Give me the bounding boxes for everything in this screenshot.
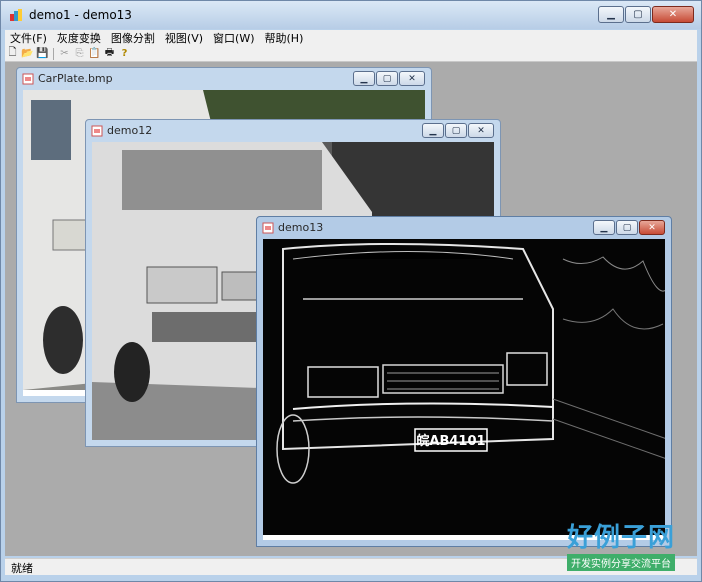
help-button[interactable]: ? [117,47,132,60]
child-caption-buttons: ▁ ▢ ✕ [592,220,665,235]
child-title: demo12 [107,124,153,137]
child-title: demo13 [278,221,324,234]
open-button[interactable]: 📂 [20,47,35,60]
paste-icon: 📋 [88,48,101,59]
child-close-button[interactable]: ✕ [399,71,425,86]
child-minimize-button[interactable]: ▁ [422,123,444,138]
maximize-button[interactable]: ▢ [625,6,651,23]
child-close-button[interactable]: ✕ [468,123,494,138]
child-close-button[interactable]: ✕ [639,220,665,235]
new-file-icon: 🗋 [8,47,17,58]
maximize-icon: ▢ [382,73,392,84]
document-icon [91,125,103,137]
minimize-icon: ▁ [360,73,368,84]
restore-icon: ▢ [633,9,643,20]
copy-icon: ⎘ [75,48,84,59]
cut-button[interactable]: ✂ [57,47,72,60]
child-maximize-button[interactable]: ▢ [616,220,638,235]
child-titlebar[interactable]: demo13 ▁ ▢ ✕ [257,217,671,239]
image-view[interactable]: 皖AB4101 [263,239,665,540]
mdi-client-area: CarPlate.bmp ▁ ▢ ✕ demo12 ▁ ▢ ✕ demo13 ▁… [5,62,697,556]
new-button[interactable]: 🗋 [5,47,20,60]
edge-detected-car-image: 皖AB4101 [263,239,665,540]
menu-view[interactable]: 视图(V) [160,30,208,46]
app-title: demo1 - demo13 [29,8,132,22]
watermark-main-text: 好例子网 [566,523,675,553]
child-maximize-button[interactable]: ▢ [445,123,467,138]
child-titlebar[interactable]: CarPlate.bmp ▁ ▢ ✕ [17,68,431,90]
save-icon: 💾 [36,48,49,59]
menu-file[interactable]: 文件(F) [5,30,52,46]
menu-help[interactable]: 帮助(H) [260,30,309,46]
child-caption-buttons: ▁ ▢ ✕ [421,123,494,138]
toolbar: 🗋 📂 💾 ✂ ⎘ 📋 🖶 ? [5,46,697,62]
caption-buttons: ▁ ▢ ✕ [597,6,694,23]
app-icon [10,9,22,21]
child-window-demo13[interactable]: demo13 ▁ ▢ ✕ 皖AB4101 [256,216,672,547]
copy-button[interactable]: ⎘ [72,47,87,60]
menu-segmentation[interactable]: 图像分割 [106,30,160,46]
close-icon: ✕ [408,73,416,84]
watermark-logo: 好例子网 开发实例分享交流平台 [566,517,675,571]
child-caption-buttons: ▁ ▢ ✕ [352,71,425,86]
maximize-icon: ▢ [622,222,632,233]
document-icon [262,222,274,234]
save-button[interactable]: 💾 [35,47,50,60]
license-plate-text: 皖AB4101 [416,433,485,449]
close-icon: ✕ [477,125,485,136]
status-text: 就绪 [11,562,33,575]
minimize-icon: ▁ [600,222,608,233]
menu-window[interactable]: 窗口(W) [208,30,259,46]
watermark-sub-text: 开发实例分享交流平台 [566,554,675,571]
open-folder-icon: 📂 [21,48,34,59]
child-titlebar[interactable]: demo12 ▁ ▢ ✕ [86,120,500,142]
menubar: 文件(F) 灰度变换 图像分割 视图(V) 窗口(W) 帮助(H) [5,30,697,46]
child-minimize-button[interactable]: ▁ [353,71,375,86]
help-icon: ? [121,48,128,59]
child-minimize-button[interactable]: ▁ [593,220,615,235]
close-icon: ✕ [668,9,678,20]
app-titlebar[interactable]: demo1 - demo13 ▁ ▢ ✕ [1,1,701,29]
close-icon: ✕ [648,222,656,233]
minimize-button[interactable]: ▁ [598,6,624,23]
minimize-icon: ▁ [429,125,437,136]
minimize-icon: ▁ [607,9,615,20]
document-icon [22,73,34,85]
child-maximize-button[interactable]: ▢ [376,71,398,86]
child-title: CarPlate.bmp [38,72,113,85]
print-button[interactable]: 🖶 [102,47,117,60]
maximize-icon: ▢ [451,125,461,136]
menu-grayscale[interactable]: 灰度变换 [52,30,106,46]
app-window: demo1 - demo13 ▁ ▢ ✕ 文件(F) 灰度变换 图像分割 视图(… [0,0,702,582]
toolbar-separator [53,47,54,60]
close-button[interactable]: ✕ [652,6,694,23]
paste-button[interactable]: 📋 [87,47,102,60]
cut-icon: ✂ [60,48,69,59]
print-icon: 🖶 [104,47,115,58]
